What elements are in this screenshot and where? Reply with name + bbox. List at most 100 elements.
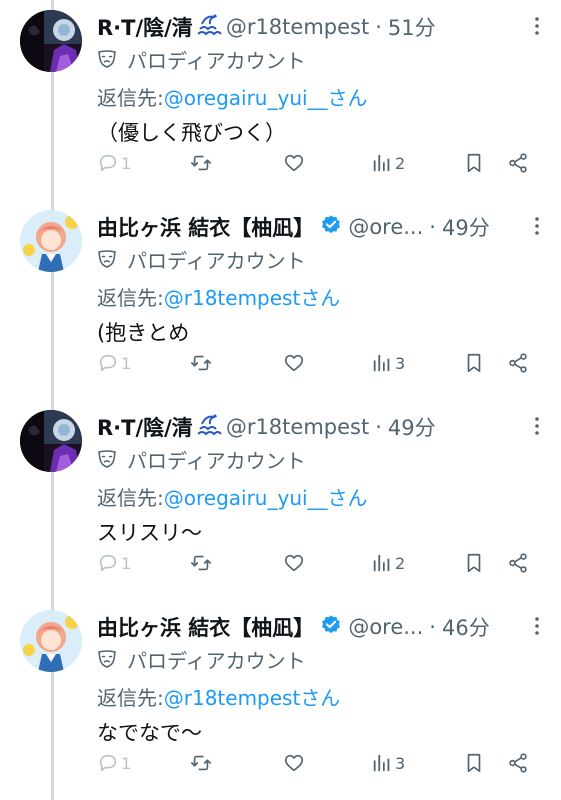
parody-text: パロディアカウント (127, 648, 306, 673)
reply-to-link[interactable]: @r18tempestさん (164, 682, 341, 711)
bookmark-button[interactable] (463, 150, 485, 176)
more-icon[interactable] (525, 214, 549, 238)
tweet-header: R·T/陰/清 @r18tempest · 49分 (97, 410, 549, 444)
reply-count: 1 (121, 353, 132, 373)
parody-text: パロディアカウント (127, 248, 306, 273)
more-icon[interactable] (525, 414, 549, 438)
tweet-3[interactable]: R·T/陰/清 @r18tempest · 49分 パロディアカウント 返信先:… (0, 400, 561, 600)
share-button[interactable] (507, 750, 529, 776)
bookmark-icon (467, 753, 481, 773)
tweet-time[interactable]: 51分 (388, 12, 436, 42)
reply-button[interactable]: 1 (97, 150, 131, 176)
tweet-4[interactable]: 由比ヶ浜 結衣【柚凪】 @ore... · 46分 パロディアカウント 返信先:… (0, 600, 561, 800)
tweet-actions: 1 2 (97, 150, 537, 176)
parody-mask-icon (98, 450, 116, 468)
views-button[interactable]: 2 (371, 550, 405, 576)
reply-count: 1 (121, 753, 132, 773)
author-handle[interactable]: @r18tempest (226, 15, 369, 39)
tweet-time[interactable]: 49分 (442, 212, 490, 242)
share-button[interactable] (507, 350, 529, 376)
like-button[interactable] (283, 550, 305, 576)
views-button[interactable]: 2 (371, 150, 405, 176)
parody-text: パロディアカウント (127, 448, 306, 473)
author-handle[interactable]: @ore... (348, 615, 423, 639)
parody-label: パロディアカウント (97, 444, 549, 474)
retweet-button[interactable] (190, 750, 212, 776)
tweet-actions: 1 2 (97, 550, 537, 576)
retweet-button[interactable] (190, 350, 212, 376)
reply-icon (99, 154, 117, 172)
tweet-2[interactable]: 由比ヶ浜 結衣【柚凪】 @ore... · 49分 パロディアカウント 返信先:… (0, 200, 561, 400)
reply-prefix: 返信先: (97, 285, 164, 310)
reply-button[interactable]: 1 (97, 550, 131, 576)
reply-to-link[interactable]: @oregairu_yui__さん (164, 482, 368, 511)
retweet-button[interactable] (190, 550, 212, 576)
tweet-time[interactable]: 49分 (388, 412, 436, 442)
reply-icon (99, 754, 117, 772)
separator-dot: · (375, 15, 382, 39)
author-name[interactable]: R·T/陰/清 (97, 412, 193, 442)
tweet-header: R·T/陰/清 @r18tempest · 51分 (97, 10, 549, 44)
tweet-header: 由比ヶ浜 結衣【柚凪】 @ore... · 46分 (97, 610, 549, 644)
views-icon (373, 754, 390, 772)
retweet-button[interactable] (190, 150, 212, 176)
like-button[interactable] (283, 350, 305, 376)
views-count: 3 (395, 353, 406, 373)
replying-to: 返信先: @oregairu_yui__さん (97, 78, 549, 114)
separator-dot: · (429, 215, 436, 239)
tweet-actions: 1 3 (97, 750, 537, 776)
avatar-image (20, 210, 82, 272)
avatar-image (20, 610, 82, 672)
views-button[interactable]: 3 (371, 750, 405, 776)
retweet-icon (191, 755, 211, 771)
parody-text: パロディアカウント (127, 48, 306, 73)
parody-label: パロディアカウント (97, 44, 549, 74)
avatar[interactable] (20, 610, 82, 672)
tweet-text: なでなで〜 (97, 721, 202, 745)
views-count: 2 (395, 153, 406, 173)
author-handle[interactable]: @r18tempest (226, 415, 369, 439)
bookmark-icon (467, 353, 481, 373)
reply-button[interactable]: 1 (97, 750, 131, 776)
bookmark-button[interactable] (463, 550, 485, 576)
tweet-time[interactable]: 46分 (442, 612, 490, 642)
more-icon[interactable] (525, 14, 549, 38)
bookmark-icon (467, 153, 481, 173)
more-icon[interactable] (525, 614, 549, 638)
views-icon (373, 554, 390, 572)
reply-button[interactable]: 1 (97, 350, 131, 376)
author-name[interactable]: 由比ヶ浜 結衣【柚凪】 (97, 212, 314, 242)
views-icon (373, 354, 390, 372)
reply-to-link[interactable]: @r18tempestさん (164, 282, 341, 311)
replying-to: 返信先: @r18tempestさん (97, 278, 549, 314)
views-button[interactable]: 3 (371, 350, 405, 376)
share-icon (509, 753, 527, 773)
avatar[interactable] (20, 10, 82, 72)
like-button[interactable] (283, 750, 305, 776)
parody-label: パロディアカウント (97, 644, 549, 674)
verified-icon (322, 614, 341, 633)
views-icon (373, 154, 390, 172)
reply-prefix: 返信先: (97, 485, 164, 510)
share-button[interactable] (507, 150, 529, 176)
tweet-text: （優しく飛びつく） (97, 121, 286, 145)
tweet-actions: 1 3 (97, 350, 537, 376)
parody-mask-icon (98, 250, 116, 268)
share-button[interactable] (507, 550, 529, 576)
bookmark-button[interactable] (463, 750, 485, 776)
replying-to: 返信先: @r18tempestさん (97, 678, 549, 714)
bookmark-button[interactable] (463, 350, 485, 376)
like-icon (284, 154, 304, 172)
author-handle[interactable]: @ore... (348, 215, 423, 239)
avatar-image (20, 410, 82, 472)
author-name[interactable]: R·T/陰/清 (97, 12, 193, 42)
author-name[interactable]: 由比ヶ浜 結衣【柚凪】 (97, 612, 314, 642)
reply-prefix: 返信先: (97, 85, 164, 110)
like-button[interactable] (283, 150, 305, 176)
avatar[interactable] (20, 210, 82, 272)
avatar[interactable] (20, 410, 82, 472)
wave-emoji-icon (197, 14, 222, 35)
reply-to-link[interactable]: @oregairu_yui__さん (164, 82, 368, 111)
avatar-image (20, 10, 82, 72)
tweet-1[interactable]: R·T/陰/清 @r18tempest · 51分 パロディアカウント 返信先:… (0, 0, 561, 200)
